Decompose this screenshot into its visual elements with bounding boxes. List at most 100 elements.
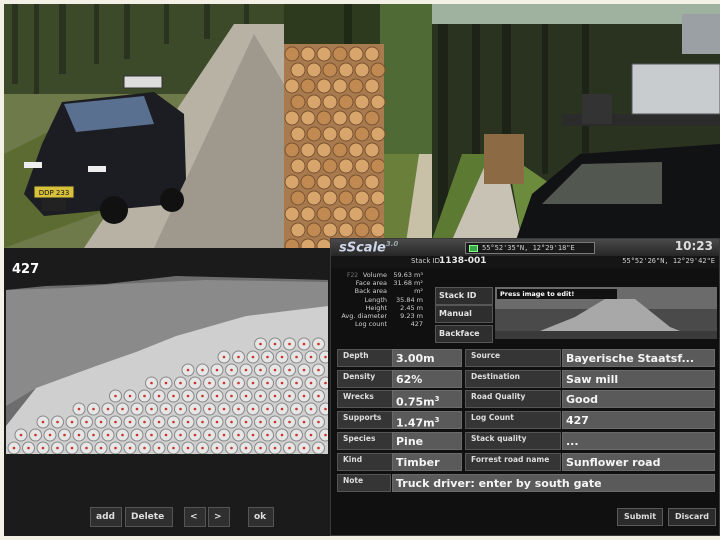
log-marker-center [164,433,168,437]
log-marker-center [27,446,30,450]
log-end [348,46,364,62]
log-marker-center [85,420,88,424]
log-end [316,142,332,158]
log-marker-center [215,368,219,372]
discard-button[interactable]: Discard [668,508,716,526]
log-marker-center [99,420,103,424]
log-end [338,158,354,174]
stat-row: Face area 31.68 m² [331,279,427,287]
log-marker-center [201,394,204,398]
clock: 10:23 [674,239,713,253]
log-marker-center [164,381,168,385]
log-end [322,62,338,78]
backface-button[interactable]: Backface [435,325,493,343]
stat-value: 9.23 m [400,312,423,320]
log-end [338,94,354,110]
log-stack-scan-image[interactable] [6,276,332,464]
log-end [322,222,338,238]
depth-value[interactable]: 3.00m [392,349,462,367]
submit-button[interactable]: Submit [617,508,663,526]
species-value[interactable]: Pine [392,432,462,450]
log-marker-center [222,433,226,437]
forrest-road-value[interactable]: Sunflower road [562,453,715,471]
log-marker-center [288,420,291,424]
log-end [370,62,386,78]
log-marker-center [215,446,219,450]
stat-value: 31.68 m² [393,279,423,288]
previous-button[interactable]: < [184,507,206,527]
log-marker-center [251,355,255,359]
log-marker-center [302,420,306,424]
log-marker-center [114,394,117,398]
log-count-value[interactable]: 427 [562,411,715,429]
log-end [306,62,322,78]
log-end [284,46,300,62]
log-marker-center [273,342,277,346]
log-end [354,62,370,78]
log-marker-center [295,355,298,359]
log-marker-center [259,394,262,398]
sscale-app-window: sScale3.0 55°52'35"N, 12°29'18"E 10:23 S… [330,238,720,536]
log-end [354,158,370,174]
log-end [348,78,364,94]
manual-button[interactable]: Manual [435,305,493,323]
supports-value[interactable]: 1.47m3 [392,411,462,429]
log-marker-center [324,407,327,411]
log-end [290,62,306,78]
log-end [370,126,386,142]
log-marker-center [280,381,284,385]
log-end [364,142,380,158]
log-end [332,46,348,62]
photo-log-stack [284,4,432,270]
stack-quality-value[interactable]: ... [562,432,715,450]
log-marker-center [193,433,197,437]
log-marker-center [85,446,88,450]
log-end [332,78,348,94]
log-end [338,62,354,78]
log-marker-center [56,446,59,450]
log-end [332,206,348,222]
log-marker-center [201,446,204,450]
log-marker-center [230,368,233,372]
log-marker-center [41,420,45,424]
delete-button[interactable]: Delete [125,507,173,527]
log-marker-center [280,407,284,411]
kind-value[interactable]: Timber [392,453,462,471]
log-marker-center [63,433,66,437]
add-button[interactable]: add [90,507,122,527]
log-marker-center [244,420,248,424]
log-marker-center [273,420,277,424]
log-marker-center [186,446,190,450]
log-end [354,190,370,206]
log-end [354,126,370,142]
log-end [316,46,332,62]
log-marker-center [114,446,117,450]
stack-id-bar: Stack ID 1138-001 55°52'26"N, 12°29'42"E [331,256,719,268]
log-marker-center [324,381,327,385]
ok-button[interactable]: ok [248,507,274,527]
log-end [348,110,364,126]
stack-id-value: 1138-001 [439,256,487,266]
log-marker-center [266,355,269,359]
log-marker-center [201,420,204,424]
photo-vehicle-scanner-rig [432,4,720,240]
density-value[interactable]: 62% [392,370,462,388]
log-marker-center [41,446,45,450]
road-quality-value[interactable]: Good [562,390,715,408]
next-button[interactable]: > [208,507,230,527]
log-count-label: Log Count [465,411,561,429]
log-end [322,126,338,142]
log-end [364,206,380,222]
source-value[interactable]: Bayerische Staatsf... [562,349,715,367]
log-end [338,126,354,142]
wrecks-value[interactable]: 0.75m3 [392,390,462,408]
log-marker-center [295,407,298,411]
note-value[interactable]: Truck driver: enter by south gate [392,474,715,492]
log-marker-center [121,433,124,437]
log-marker-center [288,342,291,346]
log-marker-center [317,368,320,372]
log-end [322,158,338,174]
log-marker-center [309,381,313,385]
destination-value[interactable]: Saw mill [562,370,715,388]
stack-id-button[interactable]: Stack ID [435,287,493,305]
